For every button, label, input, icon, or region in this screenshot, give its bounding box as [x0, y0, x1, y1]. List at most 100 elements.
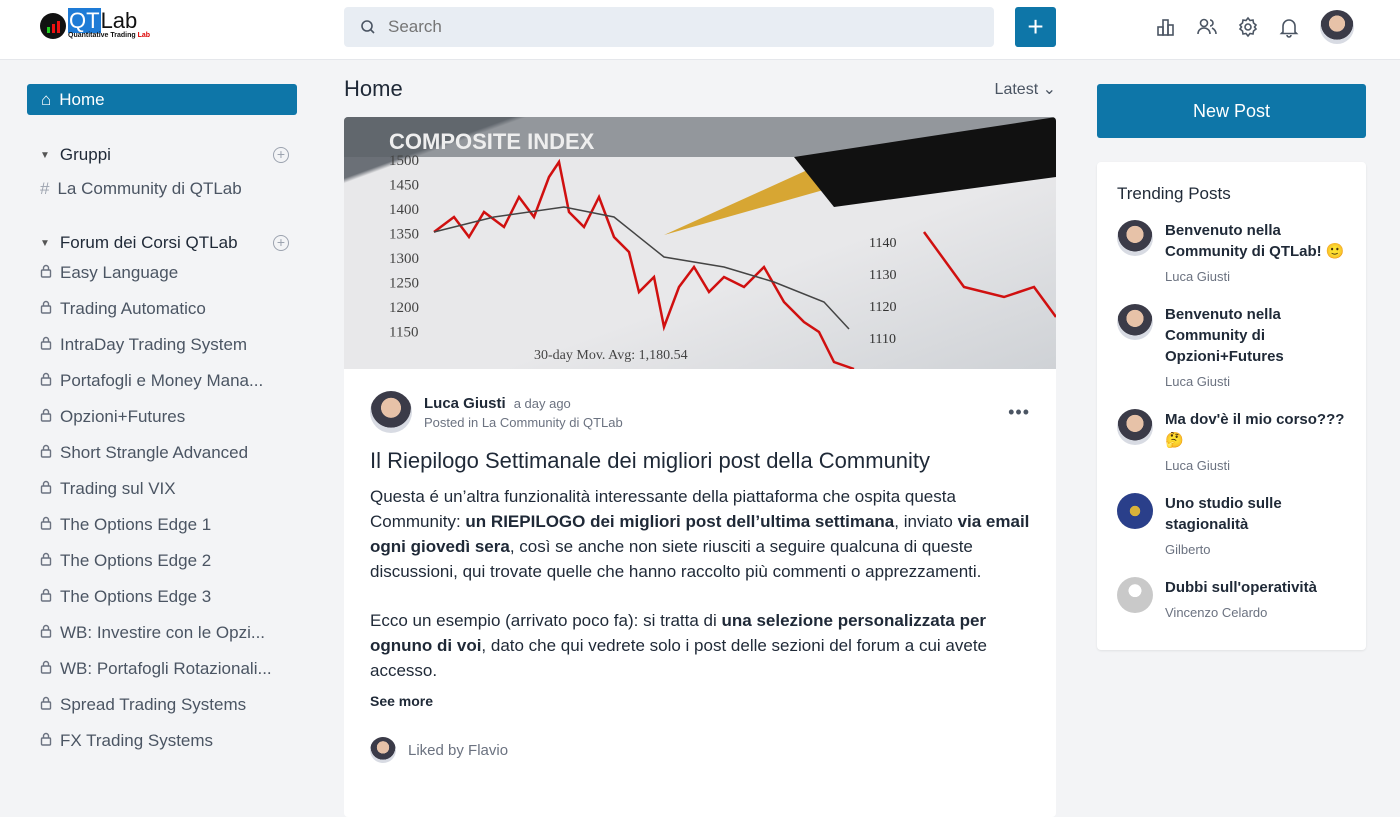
- lock-icon: [40, 371, 52, 391]
- author-avatar[interactable]: [370, 391, 412, 433]
- trending-avatar: [1117, 220, 1153, 256]
- item-label: Short Strangle Advanced: [60, 443, 249, 462]
- trending-item[interactable]: Ma dov'è il mio corso??? 🤔 Luca Giusti: [1117, 409, 1346, 473]
- trending-post-title[interactable]: Uno studio sulle stagionalità: [1165, 493, 1346, 535]
- posted-in[interactable]: Posted in La Community di QTLab: [424, 415, 623, 430]
- group-forum[interactable]: ▼ Forum dei Corsi QTLab +: [27, 233, 297, 253]
- sidebar-item-forum[interactable]: IntraDay Trading System: [27, 327, 297, 363]
- lock-icon: [40, 299, 52, 319]
- sidebar-item-forum[interactable]: WB: Portafogli Rotazionali...: [27, 651, 297, 687]
- leaderboard-icon[interactable]: [1155, 16, 1177, 38]
- more-options-icon[interactable]: •••: [1008, 402, 1030, 423]
- liker-avatar: [370, 737, 396, 763]
- lock-icon: [40, 587, 52, 607]
- top-bar: QTLab Quantitative Trading Lab +: [0, 0, 1400, 60]
- lock-icon: [40, 695, 52, 715]
- sidebar-item-forum[interactable]: WB: Investire con le Opzi...: [27, 615, 297, 651]
- user-avatar[interactable]: [1320, 10, 1354, 44]
- lock-icon: [40, 479, 52, 499]
- trending-item[interactable]: Benvenuto nella Community di QTLab! 🙂 Luc…: [1117, 220, 1346, 284]
- group-label: Gruppi: [59, 145, 111, 164]
- trending-post-author: Vincenzo Celardo: [1165, 605, 1268, 620]
- lock-icon: [40, 623, 52, 643]
- trending-item[interactable]: Uno studio sulle stagionalità Gilberto: [1117, 493, 1346, 557]
- trending-item[interactable]: Benvenuto nella Community di Opzioni+Fut…: [1117, 304, 1346, 389]
- trending-avatar: [1117, 409, 1153, 445]
- image-right-tick-label: 1130: [869, 268, 896, 283]
- author-name[interactable]: Luca Giusti: [424, 395, 506, 412]
- trending-item[interactable]: Dubbi sull'operatività Vincenzo Celardo: [1117, 577, 1346, 620]
- image-tick-label: 1150: [389, 325, 418, 341]
- qtlab-logo[interactable]: QTLab Quantitative Trading Lab: [40, 8, 150, 39]
- sidebar-item-community[interactable]: # La Community di QTLab: [27, 171, 297, 207]
- logo-mark-icon: [40, 13, 66, 39]
- trending-post-title[interactable]: Dubbi sull'operatività: [1165, 577, 1317, 598]
- sidebar-item-forum[interactable]: Portafogli e Money Mana...: [27, 363, 297, 399]
- lock-icon: [40, 659, 52, 679]
- trending-post-title[interactable]: Benvenuto nella Community di Opzioni+Fut…: [1165, 304, 1346, 367]
- sidebar-item-forum[interactable]: Easy Language: [27, 255, 297, 291]
- trending-post-author: Luca Giusti: [1165, 269, 1231, 284]
- liked-by-text[interactable]: Liked by Flavio: [408, 742, 508, 759]
- sort-dropdown[interactable]: Latest ⌄: [995, 79, 1056, 99]
- item-label: Spread Trading Systems: [60, 695, 247, 714]
- image-right-tick-label: 1140: [869, 236, 896, 251]
- main-feed: Home Latest ⌄ COMPOSITE INDEX 1500 1450 140…: [344, 60, 1056, 817]
- item-label: Portafogli e Money Mana...: [60, 371, 264, 390]
- see-more-link[interactable]: See more: [370, 693, 1030, 709]
- item-label: The Options Edge 1: [60, 515, 212, 534]
- group-label: Forum dei Corsi QTLab: [59, 233, 238, 252]
- post-title[interactable]: Il Riepilogo Settimanale dei migliori po…: [370, 447, 1030, 474]
- trending-post-author: Luca Giusti: [1165, 458, 1231, 473]
- lock-icon: [40, 551, 52, 571]
- search-bar[interactable]: [344, 7, 994, 47]
- trending-post-title[interactable]: Benvenuto nella Community di QTLab! 🙂: [1165, 220, 1346, 262]
- collapse-triangle-icon[interactable]: ▼: [40, 150, 50, 161]
- sidebar-item-forum[interactable]: Short Strangle Advanced: [27, 435, 297, 471]
- group-gruppi[interactable]: ▼ Gruppi +: [27, 145, 297, 165]
- settings-gear-icon[interactable]: [1237, 16, 1259, 38]
- sidebar-item-forum[interactable]: The Options Edge 1: [27, 507, 297, 543]
- item-label: The Options Edge 3: [60, 587, 212, 606]
- sidebar-item-forum[interactable]: Spread Trading Systems: [27, 687, 297, 723]
- lock-icon: [40, 515, 52, 535]
- item-label: Opzioni+Futures: [60, 407, 186, 426]
- trending-post-author: Gilberto: [1165, 542, 1211, 557]
- sidebar-item-forum[interactable]: Opzioni+Futures: [27, 399, 297, 435]
- sidebar-item-forum[interactable]: FX Trading Systems: [27, 723, 297, 759]
- search-input[interactable]: [388, 17, 968, 37]
- trending-avatar: [1117, 577, 1153, 613]
- create-button[interactable]: +: [1015, 7, 1056, 47]
- image-tick-label: 1450: [389, 178, 419, 194]
- post-author: Luca Giusti a day ago Posted in La Commun…: [370, 391, 1030, 433]
- lock-icon: [40, 443, 52, 463]
- item-label: Trading Automatico: [60, 299, 206, 318]
- trending-post-title[interactable]: Ma dov'è il mio corso??? 🤔: [1165, 409, 1346, 451]
- image-tick-label: 1400: [389, 202, 419, 218]
- sidebar-item-forum[interactable]: The Options Edge 3: [27, 579, 297, 615]
- item-label: Easy Language: [60, 263, 179, 282]
- lock-icon: [40, 335, 52, 355]
- sidebar-item-forum[interactable]: Trading Automatico: [27, 291, 297, 327]
- chevron-down-icon: ⌄: [1042, 80, 1056, 98]
- trending-avatar: [1117, 493, 1153, 529]
- image-tick-label: 1350: [389, 227, 419, 243]
- collapse-triangle-icon[interactable]: ▼: [40, 238, 50, 249]
- add-circle-icon[interactable]: +: [273, 147, 289, 163]
- members-icon[interactable]: [1196, 16, 1218, 38]
- home-label: Home: [59, 89, 105, 109]
- right-panel: New Post Trending Posts Benvenuto nella …: [1097, 84, 1366, 650]
- image-tick-label: 1250: [389, 276, 419, 292]
- lock-icon: [40, 407, 52, 427]
- image-header-text: COMPOSITE INDEX: [389, 129, 595, 154]
- sidebar-item-forum[interactable]: The Options Edge 2: [27, 543, 297, 579]
- add-circle-icon[interactable]: +: [273, 235, 289, 251]
- sidebar-item-forum[interactable]: Trading sul VIX: [27, 471, 297, 507]
- notifications-bell-icon[interactable]: [1278, 16, 1300, 38]
- trending-post-author: Luca Giusti: [1165, 374, 1231, 389]
- new-post-button[interactable]: New Post: [1097, 84, 1366, 138]
- image-tick-label: 1200: [389, 300, 419, 316]
- post-body: Questa é un’altra funzionalità interessa…: [370, 487, 1030, 680]
- image-right-tick-label: 1120: [869, 300, 896, 315]
- sidebar-item-home[interactable]: ⌂ Home: [27, 84, 297, 115]
